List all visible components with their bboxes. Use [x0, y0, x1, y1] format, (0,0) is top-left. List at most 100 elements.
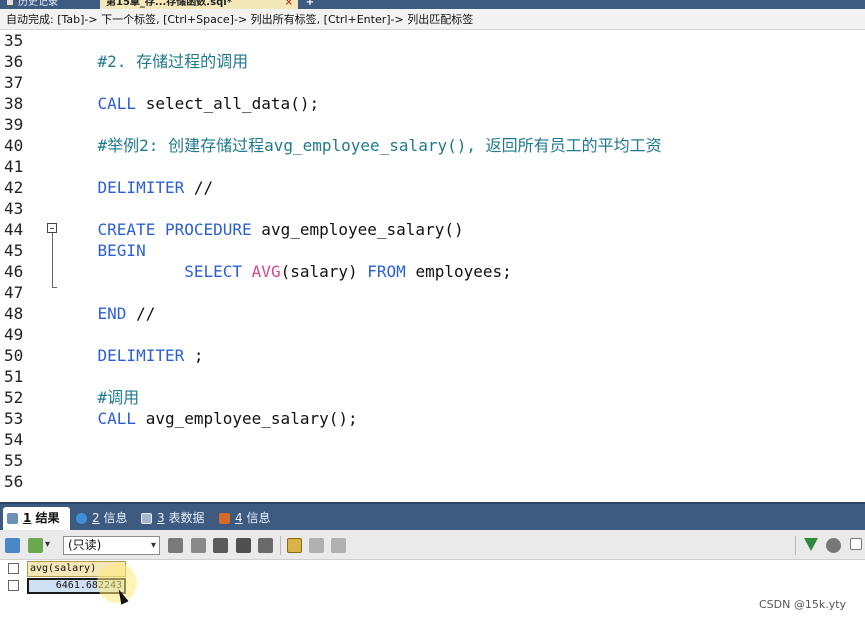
code-line-44: BEGIN: [59, 219, 146, 260]
code-comment: #2. 存储过程的调用: [97, 52, 249, 71]
code-line-43: CREATE PROCEDURE avg_employee_salary(): [59, 198, 464, 239]
insert-row-icon[interactable]: [168, 538, 183, 553]
toolbar-divider: [280, 536, 281, 555]
code-text: avg_employee_salary(): [251, 220, 464, 239]
fold-guide-end: [52, 287, 57, 288]
chevron-down-icon: ▾: [150, 540, 156, 551]
readonly-mode-value: (只读): [68, 538, 102, 552]
fold-guide: [52, 233, 53, 287]
tab-results-number: 1: [23, 511, 32, 525]
line-number: 37: [4, 73, 24, 92]
code-keyword: END: [97, 304, 127, 323]
code-text: ;: [184, 346, 204, 365]
chevron-down-icon[interactable]: ▾: [45, 539, 50, 550]
tab-messages-label: 信息: [103, 511, 128, 525]
code-line-52: CALL avg_employee_salary();: [59, 387, 358, 428]
line-number: 54: [4, 430, 24, 449]
close-icon[interactable]: ×: [285, 0, 293, 9]
line-number: 51: [4, 367, 24, 386]
option-checkbox[interactable]: [850, 538, 862, 550]
tab-messages-number: 2: [92, 511, 100, 525]
code-keyword: SELECT: [184, 262, 243, 281]
tab-info[interactable]: 4 信息: [215, 507, 275, 530]
tab-results-label: 结果: [35, 511, 60, 525]
tab-history[interactable]: 历史记录: [0, 0, 92, 9]
table-icon: [141, 513, 152, 524]
code-line-49: DELIMITER ;: [59, 324, 204, 365]
line-number: 56: [4, 472, 24, 491]
code-text: avg_employee_salary();: [136, 409, 358, 428]
line-number: 43: [4, 199, 24, 218]
code-line-39: #举例2: 创建存储过程avg_employee_salary(), 返回所有员…: [59, 114, 662, 155]
line-number: 41: [4, 157, 24, 176]
grid-view-icon[interactable]: [287, 538, 302, 553]
text-view-icon[interactable]: [331, 538, 346, 553]
line-number: 49: [4, 325, 24, 344]
sql-editor[interactable]: 35 36 37 38 39 40 41 42 43 44 45 46 47 4…: [0, 30, 865, 502]
line-number: 45: [4, 241, 24, 260]
history-icon: [6, 0, 14, 6]
code-keyword: DELIMITER: [97, 178, 185, 197]
code-comment: #举例2: 创建存储过程avg_employee_salary(), 返回所有员…: [97, 136, 662, 155]
cancel-changes-icon[interactable]: [258, 538, 273, 553]
row-checkbox[interactable]: [8, 580, 19, 591]
tab-sql-file-label: 第15章_存...存储函数.sql*: [106, 0, 232, 8]
tab-results[interactable]: 1 结果: [3, 507, 70, 530]
save-icon[interactable]: [213, 538, 228, 553]
info-icon: [76, 513, 87, 524]
code-line-47: END //: [59, 282, 156, 323]
result-tab-bar: 1 结果 2 信息 3 表数据 4 信息: [0, 502, 865, 530]
code-text: select_all_data();: [136, 94, 320, 113]
refresh-icon[interactable]: [826, 538, 841, 553]
code-text: //: [126, 304, 156, 323]
line-number: 42: [4, 178, 24, 197]
tab-messages[interactable]: 2 信息: [72, 507, 132, 530]
line-number: 44: [4, 220, 24, 239]
filter-icon[interactable]: [804, 538, 818, 551]
tab-table-data-number: 3: [157, 511, 165, 525]
duplicate-row-icon[interactable]: [191, 538, 206, 553]
code-line-35: #2. 存储过程的调用: [59, 30, 249, 71]
code-keyword: PROCEDURE: [164, 220, 252, 239]
code-keyword: CALL: [97, 94, 137, 113]
results-icon: [7, 513, 18, 524]
toolbar-divider: [795, 536, 796, 555]
export-icon[interactable]: [5, 538, 20, 553]
new-tab-button[interactable]: +: [302, 0, 318, 9]
readonly-mode-select[interactable]: (只读) ▾: [63, 536, 160, 555]
editor-tab-strip: 历史记录 第15章_存...存储函数.sql* × +: [0, 0, 865, 9]
tab-info-number: 4: [235, 511, 243, 525]
line-number: 47: [4, 283, 24, 302]
code-text: employees;: [405, 262, 512, 281]
code-line-51: #调用: [59, 366, 140, 407]
line-number: 46: [4, 262, 24, 281]
form-view-icon[interactable]: [309, 538, 324, 553]
watermark: CSDN @15k.yty: [759, 598, 847, 611]
line-number-gutter: 35 36 37 38 39 40 41 42 43 44 45 46 47 4…: [0, 30, 44, 502]
line-number: 39: [4, 115, 24, 134]
code-text: //: [184, 178, 214, 197]
line-number: 38: [4, 94, 24, 113]
line-number: 40: [4, 136, 24, 155]
tab-table-data[interactable]: 3 表数据: [137, 507, 209, 530]
line-number: 55: [4, 451, 24, 470]
autocomplete-hint: 自动完成: [Tab]-> 下一个标签, [Ctrl+Space]-> 列出所有…: [0, 9, 865, 30]
tab-info-label: 信息: [246, 511, 271, 525]
code-keyword: DELIMITER: [97, 346, 185, 365]
line-number: 36: [4, 52, 24, 71]
info-chart-icon: [219, 513, 230, 524]
line-number: 52: [4, 388, 24, 407]
select-all-checkbox[interactable]: [8, 563, 19, 574]
tab-table-data-label: 表数据: [168, 511, 205, 525]
code-keyword: FROM: [367, 262, 406, 281]
line-number: 50: [4, 346, 24, 365]
code-keyword: CALL: [97, 409, 137, 428]
fold-toggle-icon[interactable]: [47, 223, 57, 233]
tab-history-label: 历史记录: [18, 0, 58, 8]
code-line-45: SELECT AVG(salary) FROM employees;: [59, 240, 512, 281]
import-icon[interactable]: [28, 538, 43, 553]
code-function: AVG: [251, 262, 281, 281]
tab-sql-file[interactable]: 第15章_存...存储函数.sql* ×: [100, 0, 298, 9]
line-number: 48: [4, 304, 24, 323]
delete-icon[interactable]: [236, 538, 251, 553]
